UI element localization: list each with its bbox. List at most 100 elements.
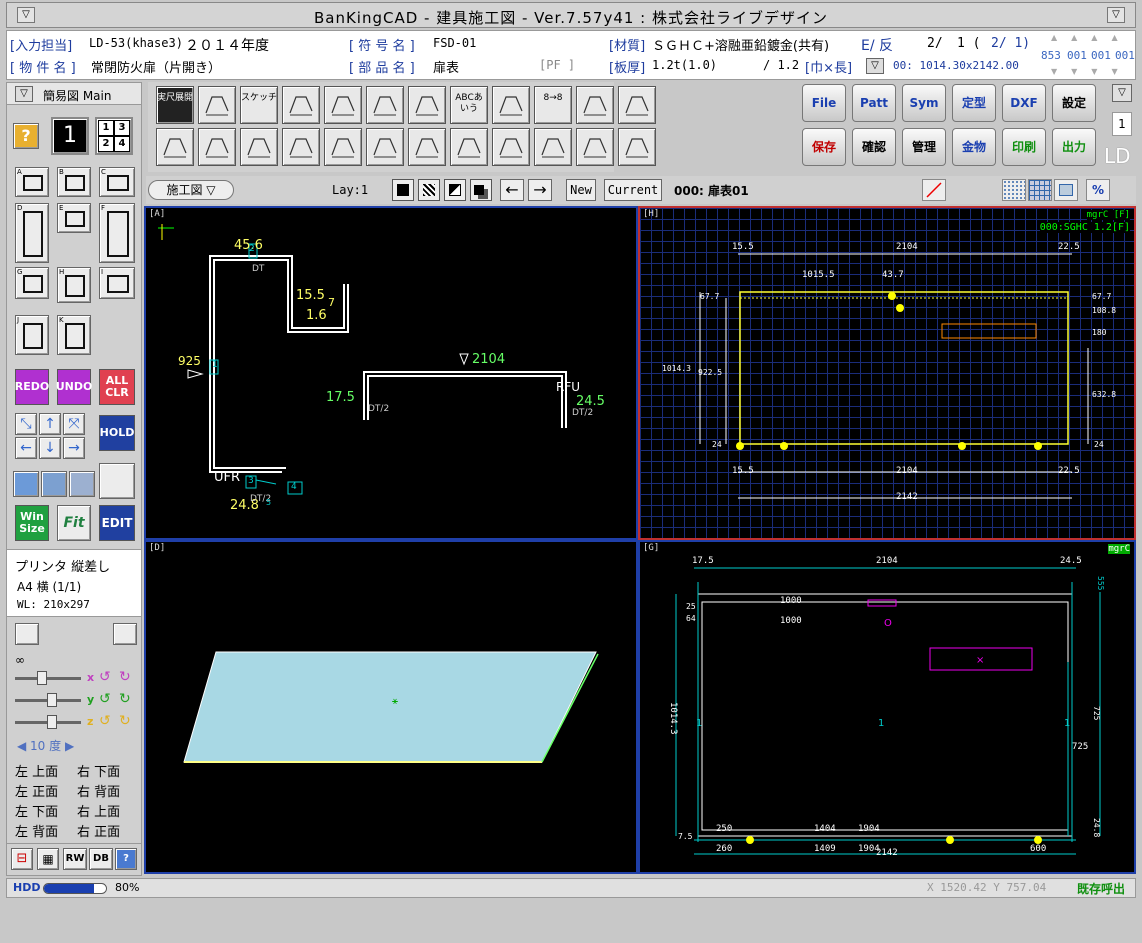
arrow-up-icon[interactable]: ↑	[39, 413, 61, 435]
view-preset-0-0[interactable]: 左 上面	[15, 761, 58, 780]
cmd-10-button[interactable]: 印刷	[1002, 128, 1046, 166]
cmd-7-button[interactable]: 確認	[852, 128, 896, 166]
cmd-0-button[interactable]: File	[802, 84, 846, 122]
rotate-x-ccw-icon[interactable]: ↺	[99, 669, 111, 685]
arrow-left-button[interactable]: ←	[500, 179, 524, 201]
cmd-9-button[interactable]: 金物	[952, 128, 996, 166]
cmd-2-button[interactable]: Sym	[902, 84, 946, 122]
shape-c-button[interactable]: C	[99, 167, 135, 197]
grid-lines-button[interactable]	[1028, 179, 1052, 201]
replace-tool-icon[interactable]	[576, 86, 614, 124]
arrow-right-icon[interactable]: →	[63, 437, 85, 459]
view-mode-1-icon[interactable]	[13, 471, 39, 497]
cmd-8-button[interactable]: 管理	[902, 128, 946, 166]
shape-b-button[interactable]: B	[57, 167, 91, 197]
cmd-11-button[interactable]: 出力	[1052, 128, 1096, 166]
symbol-value[interactable]: FSD-01	[433, 36, 476, 50]
frame-button[interactable]	[1054, 179, 1078, 201]
cmd-3-button[interactable]: 定型	[952, 84, 996, 122]
counter-down-arrows[interactable]: ▼▼▼▼	[1037, 67, 1135, 76]
slider-x-track[interactable]	[15, 677, 81, 680]
cmd-4-button[interactable]: DXF	[1002, 84, 1046, 122]
profile-tool-icon[interactable]	[282, 86, 320, 124]
viewport-d[interactable]: [D] ⚹	[144, 540, 638, 874]
rotate-tool-icon[interactable]	[15, 623, 39, 645]
undo-button[interactable]: UNDO	[56, 369, 92, 405]
help-question-icon[interactable]: ?	[115, 848, 137, 870]
main-menu-toggle[interactable]: ▽	[15, 86, 33, 102]
fill-hatch-button[interactable]	[418, 179, 440, 201]
corner-tool-icon[interactable]	[324, 86, 362, 124]
size-dropdown-button[interactable]: ▽	[866, 58, 884, 74]
view-mode-3-icon[interactable]	[69, 471, 95, 497]
thickness-value[interactable]: 1.2t(1.0)	[652, 58, 717, 72]
degree-control[interactable]: ◀ 10 度 ▶	[17, 737, 74, 754]
slider-x-knob[interactable]	[37, 671, 47, 685]
shape-h-button[interactable]: H	[57, 267, 91, 303]
quad-view-button[interactable]: 1 3 2 4	[95, 117, 133, 155]
dots-tool-icon[interactable]	[240, 128, 278, 166]
slider-y-knob[interactable]	[47, 693, 57, 707]
shape-g-button[interactable]: G	[15, 267, 49, 299]
help-button[interactable]: ?	[13, 123, 39, 149]
view-preset-3-1[interactable]: 右 正面	[77, 821, 120, 840]
hold-button[interactable]: HOLD	[99, 415, 135, 451]
step-tool-icon[interactable]	[366, 128, 404, 166]
view-preset-1-0[interactable]: 左 正面	[15, 781, 58, 800]
win-size-button[interactable]: Win Size	[15, 505, 49, 541]
number-tool-icon[interactable]: 8→8	[534, 86, 572, 124]
new-button[interactable]: New	[566, 179, 596, 201]
cmd-5-button[interactable]: 設定	[1052, 84, 1096, 122]
scale-tool-icon[interactable]	[408, 128, 446, 166]
all-clear-button[interactable]: ALL CLR	[99, 369, 135, 405]
pencil-tool-icon[interactable]	[198, 128, 236, 166]
grid-dots-button[interactable]	[1002, 179, 1026, 201]
view-type-select[interactable]: 施工図 ▽	[148, 180, 234, 200]
view-preset-2-1[interactable]: 右 上面	[77, 801, 120, 820]
material-value[interactable]: ＳＧＨＣ+溶融亜鉛鍍金(共有)	[652, 35, 829, 54]
current-button[interactable]: Current	[604, 179, 662, 201]
perspective-icon[interactable]	[113, 623, 137, 645]
cmd-1-button[interactable]: Patt	[852, 84, 896, 122]
blank2-tool-icon[interactable]	[618, 128, 656, 166]
shape-e-button[interactable]: E	[57, 203, 91, 233]
rotate-x-cw-icon[interactable]: ↻	[119, 669, 131, 685]
arrow-right-button[interactable]: →	[528, 179, 552, 201]
view-preset-0-1[interactable]: 右 下面	[77, 761, 120, 780]
frame-tool-icon[interactable]	[156, 128, 194, 166]
shape-d-button[interactable]: D	[15, 203, 49, 263]
face-indicator[interactable]: E/ 反	[861, 35, 893, 55]
single-view-button[interactable]: 1	[51, 117, 89, 155]
corner2-tool-icon[interactable]	[324, 128, 362, 166]
redo-button[interactable]: REDO	[15, 369, 49, 405]
counter-up-arrows[interactable]: ▲▲▲▲	[1037, 33, 1135, 42]
view-preset-1-1[interactable]: 右 背面	[77, 781, 120, 800]
view-count[interactable]: 1	[1112, 112, 1132, 136]
printer-icon[interactable]: ⊟	[11, 848, 33, 870]
arrow-down-icon[interactable]: ↓	[39, 437, 61, 459]
bend-tool-icon[interactable]	[408, 86, 446, 124]
cmd-6-button[interactable]: 保存	[802, 128, 846, 166]
viewport-a[interactable]: [A] 45.6 15.5 1.6 925 2104 17.5 24.5 24.…	[144, 206, 638, 540]
rotate-y-cw-icon[interactable]: ↻	[119, 691, 131, 707]
view-mode-2-icon[interactable]	[41, 471, 67, 497]
dim-tool-icon[interactable]	[450, 128, 488, 166]
rotate-z-cw-icon[interactable]: ↻	[119, 713, 131, 729]
viewport-h[interactable]: [H] mgrC [F] 000:SGHC 1.2[F] 15.5 2104 2…	[638, 206, 1136, 540]
unfold-tool-icon[interactable]: 実尺展開	[156, 86, 194, 124]
rotate-y-ccw-icon[interactable]: ↺	[99, 691, 111, 707]
input-person-value[interactable]: LD-53(khase3)	[89, 36, 183, 50]
shape-a-button[interactable]: A	[15, 167, 49, 197]
split-tool-icon[interactable]	[282, 128, 320, 166]
blank-tool-icon[interactable]	[618, 86, 656, 124]
fit-icon[interactable]: Fit	[57, 505, 91, 541]
edit-button[interactable]: EDIT	[99, 505, 135, 541]
text-tool-icon[interactable]: ABCあいう	[450, 86, 488, 124]
shape-j-button[interactable]: J	[15, 315, 49, 355]
db-button[interactable]: DB	[89, 848, 113, 870]
ruler-tool-icon[interactable]	[576, 128, 614, 166]
shape-f-button[interactable]: F	[99, 203, 135, 263]
rw-button[interactable]: RW	[63, 848, 87, 870]
shape-i-button[interactable]: I	[99, 267, 135, 299]
fill-black-button[interactable]	[392, 179, 414, 201]
